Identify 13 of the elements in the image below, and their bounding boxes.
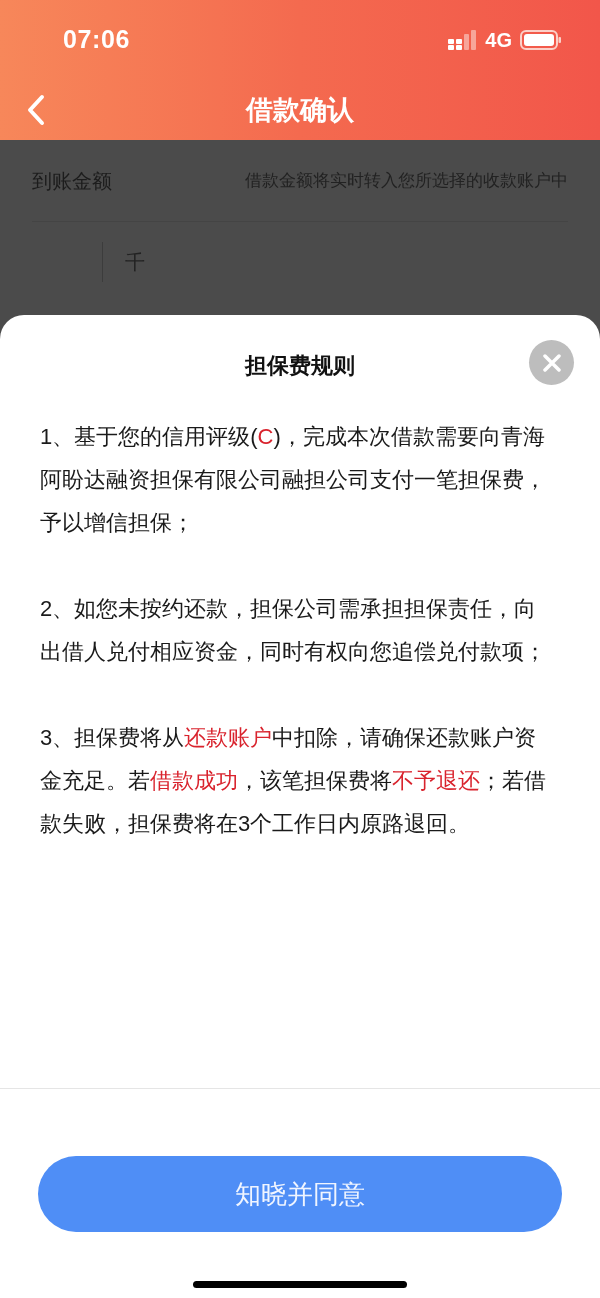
battery-icon (520, 29, 562, 51)
agree-button[interactable]: 知晓并同意 (38, 1156, 562, 1232)
network-label: 4G (485, 28, 512, 53)
dialog-title: 担保费规则 (245, 351, 355, 380)
close-icon (542, 353, 561, 372)
status-time: 07:06 (63, 24, 131, 56)
close-button[interactable] (529, 340, 574, 385)
signal-icon (447, 29, 478, 51)
rule-paragraph: 3、担保费将从还款账户中扣除，请确保还款账户资金充足。若借款成功，该笔担保费将不予退还；若借款失败，担保费将在3个工作日内原路退回。 (40, 724, 547, 838)
rule-paragraph: 2、如您未按约还款，担保公司需承担担保责任，向出借人兑付相应资金，同时有权向您追偿兑付款项； (40, 595, 547, 666)
rule-paragraph: 1、基于您的信用评级(C)，完成本次借款需要向青海阿盼达融资担保有限公司融担公司支付一笔担保费，予以增信担保； (40, 423, 547, 537)
back-icon[interactable] (26, 94, 46, 126)
page-title: 借款确认 (246, 93, 354, 127)
